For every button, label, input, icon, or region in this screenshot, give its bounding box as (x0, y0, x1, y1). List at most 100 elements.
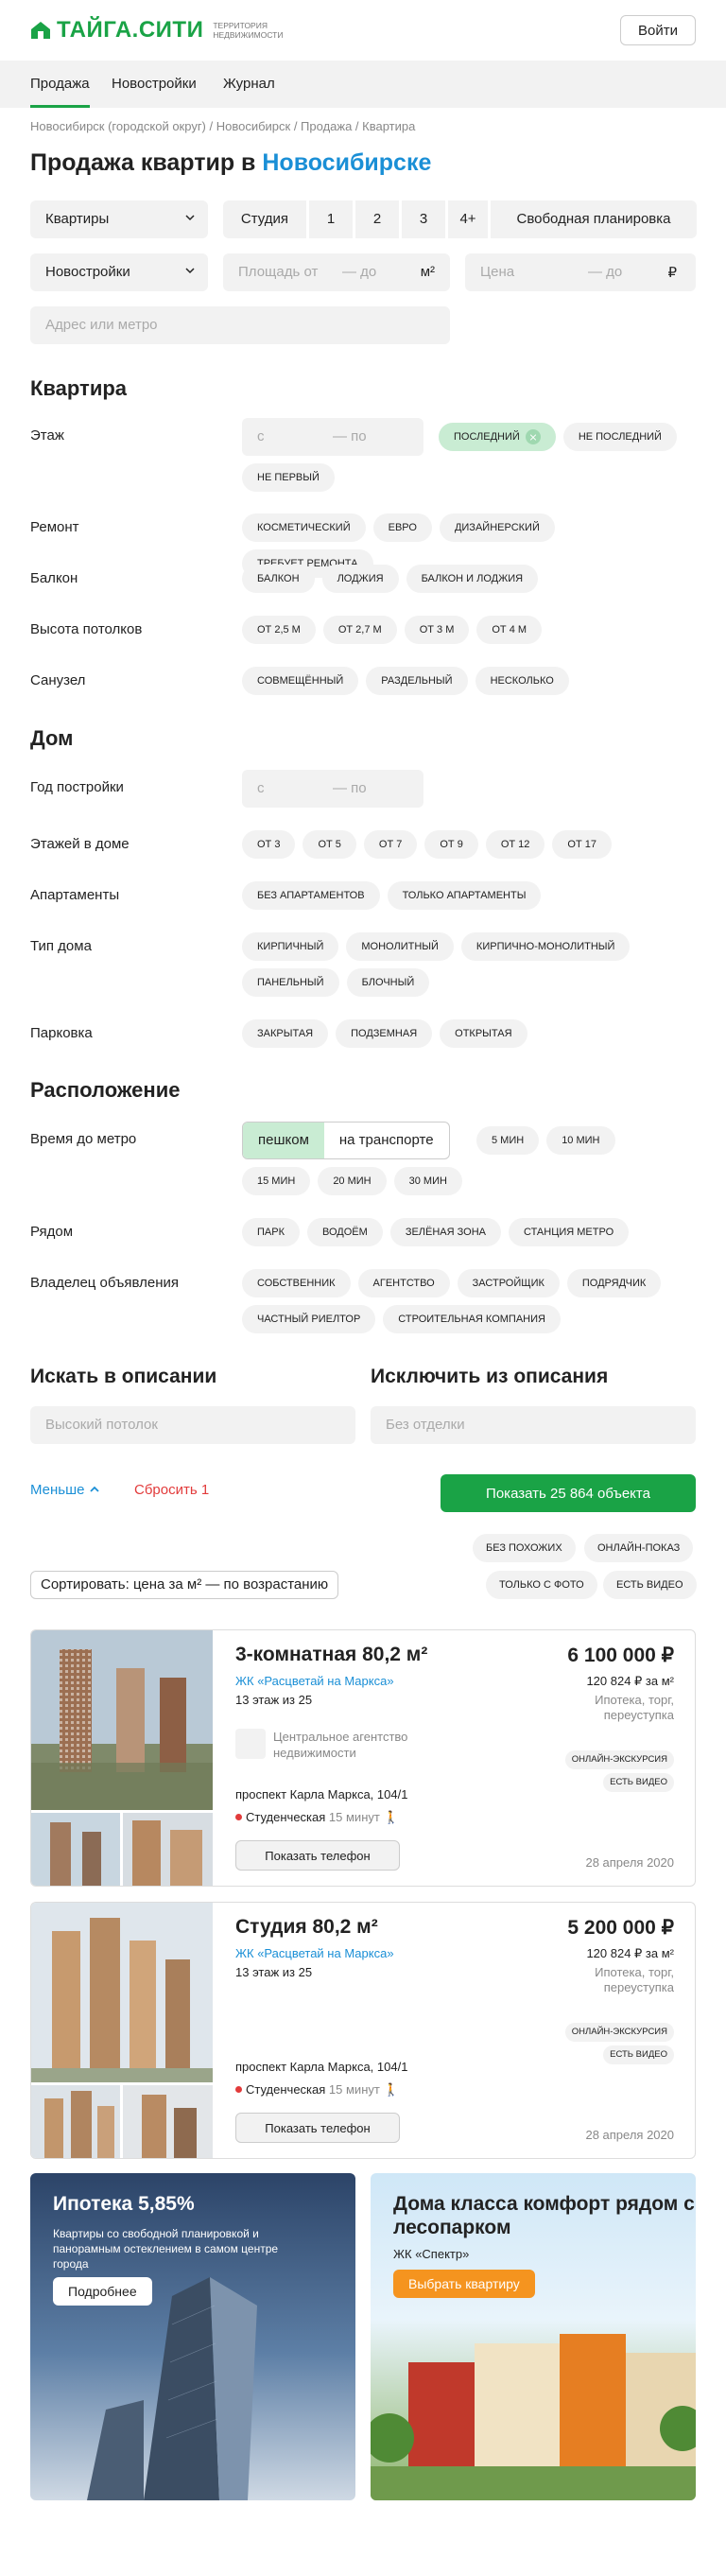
chip-floors-7[interactable]: от 7 (363, 830, 418, 859)
listing-title[interactable]: Студия 80,2 м² (235, 1916, 378, 1939)
chip-ceiling-3[interactable]: от 3 м (404, 616, 470, 644)
sort-select[interactable]: Сортировать: цена за м² — по возрастанию (30, 1571, 339, 1599)
nav-item-sale[interactable]: Продажа (30, 61, 90, 108)
chip-floors-17[interactable]: от 17 (552, 830, 612, 859)
chip-ceiling-2-7[interactable]: от 2,7 м (322, 616, 397, 644)
chip-metro-20[interactable]: 20 мин (318, 1167, 387, 1195)
breadcrumb[interactable]: Новосибирск (городской округ) / Новосиби… (30, 119, 415, 133)
year-range[interactable]: с — по (242, 770, 424, 808)
chip-metro-10[interactable]: 10 мин (546, 1126, 615, 1155)
chip-construction-company[interactable]: строительная компания (383, 1305, 561, 1333)
listing-complex-link[interactable]: ЖК «Расцветай на Маркса» (235, 1674, 394, 1688)
chip-contractor[interactable]: подрядчик (566, 1269, 662, 1297)
chip-agency[interactable]: агентство (357, 1269, 450, 1297)
chip-online-show[interactable]: онлайн-показ (584, 1534, 694, 1562)
chip-private-realtor[interactable]: частный риелтор (242, 1305, 376, 1333)
show-results-button[interactable]: Показать 25 864 объекта (441, 1474, 696, 1512)
include-input[interactable]: Высокий потолок (30, 1406, 355, 1444)
listing-thumb-photo[interactable] (123, 1813, 213, 1887)
chip-ceiling-4[interactable]: от 4 м (476, 616, 543, 644)
chip-metro-5[interactable]: 5 мин (476, 1126, 540, 1155)
listing-thumb-photo[interactable] (31, 2085, 120, 2159)
area-range-field[interactable]: Площадь от — до м² (223, 253, 450, 291)
chip-balcony[interactable]: балкон (242, 565, 315, 593)
show-phone-button[interactable]: Показать телефон (235, 1840, 400, 1871)
chip-has-video[interactable]: есть видео (603, 1571, 697, 1599)
rooms-1[interactable]: 1 (309, 200, 353, 238)
listing-main-photo[interactable] (31, 1903, 213, 2082)
listing-agency[interactable]: Центральное агентство недвижимости (235, 1729, 424, 1763)
chip-metro-30[interactable]: 30 мин (393, 1167, 462, 1195)
logo[interactable]: ТАЙГА.СИТИ ТЕРРИТОРИЯ НЕДВИЖИМОСТИ (30, 17, 298, 44)
rooms-2[interactable]: 2 (355, 200, 399, 238)
chip-balcony-and-loggia[interactable]: балкон и лоджия (406, 565, 539, 593)
chip-bath-combined[interactable]: совмещённый (242, 667, 359, 695)
chip-brick[interactable]: кирпичный (242, 932, 339, 961)
chip-ceiling-2-5[interactable]: от 2,5 м (242, 616, 316, 644)
listing-main-photo[interactable] (31, 1630, 213, 1810)
listing-card[interactable]: Студия 80,2 м² ЖК «Расцветай на Маркса» … (30, 1902, 696, 2159)
address-input[interactable]: Адрес или метро (30, 306, 450, 344)
chip-block[interactable]: блочный (346, 968, 430, 997)
chip-monolith[interactable]: монолитный (346, 932, 454, 961)
toggle-transport[interactable]: на транспорте (324, 1123, 449, 1158)
spectr-banner[interactable]: Дома класса комфорт рядом с лесопарком Ж… (371, 2173, 696, 2500)
chip-parking-open[interactable]: открытая (440, 1019, 527, 1048)
chip-park[interactable]: парк (242, 1218, 300, 1246)
rooms-3[interactable]: 3 (402, 200, 445, 238)
mortgage-banner[interactable]: Ипотека 5,85% Квартиры со свободной план… (30, 2173, 355, 2500)
nav-item-journal[interactable]: Журнал (223, 61, 275, 108)
chip-floor-not-first[interactable]: не первый (242, 463, 335, 492)
show-phone-button[interactable]: Показать телефон (235, 2113, 400, 2143)
chip-panel[interactable]: панельный (242, 968, 339, 997)
chip-green-zone[interactable]: зелёная зона (389, 1218, 501, 1246)
house-logo-icon (31, 22, 50, 39)
banner-choose-button[interactable]: Выбрать квартиру (393, 2270, 535, 2298)
chip-no-similar[interactable]: без похожих (473, 1534, 576, 1562)
price-range-field[interactable]: Цена — до ₽ (465, 253, 696, 291)
listing-card[interactable]: 3-комнатная 80,2 м² ЖК «Расцветай на Мар… (30, 1629, 696, 1887)
rooms-free-plan[interactable]: Свободная планировка (491, 200, 697, 238)
chip-loggia[interactable]: лоджия (321, 565, 399, 593)
listing-title[interactable]: 3-комнатная 80,2 м² (235, 1644, 427, 1666)
chip-metro-15[interactable]: 15 мин (242, 1167, 311, 1195)
chip-developer[interactable]: застройщик (457, 1269, 560, 1297)
login-button[interactable]: Войти (620, 15, 696, 45)
chip-water[interactable]: водоём (307, 1218, 383, 1246)
chip-brick-monolith[interactable]: кирпично-монолитный (460, 932, 631, 961)
chip-repair-designer[interactable]: дизайнерский (439, 513, 555, 542)
banner-more-button[interactable]: Подробнее (53, 2277, 152, 2306)
listing-complex-link[interactable]: ЖК «Расцветай на Маркса» (235, 1946, 394, 1960)
chip-only-apartments[interactable]: только апартаменты (387, 881, 542, 910)
chip-floors-9[interactable]: от 9 (424, 830, 478, 859)
close-icon[interactable] (525, 429, 541, 444)
chip-metro-station[interactable]: станция метро (509, 1218, 630, 1246)
exclude-input[interactable]: Без отделки (371, 1406, 696, 1444)
rooms-studio[interactable]: Студия (223, 200, 306, 238)
chip-repair-euro[interactable]: евро (372, 513, 432, 542)
chip-repair-cosmetic[interactable]: косметический (242, 513, 366, 542)
chip-floors-12[interactable]: от 12 (485, 830, 545, 859)
rooms-4plus[interactable]: 4+ (448, 200, 488, 238)
less-toggle[interactable]: Меньше (30, 1482, 100, 1498)
listing-thumb-photo[interactable] (31, 1813, 120, 1887)
chip-floors-3[interactable]: от 3 (242, 830, 296, 859)
chip-floor-last[interactable]: последний (439, 423, 556, 451)
chip-owner[interactable]: собственник (242, 1269, 351, 1297)
chip-parking-underground[interactable]: подземная (336, 1019, 433, 1048)
chip-bath-several[interactable]: несколько (475, 667, 569, 695)
chip-floor-not-last[interactable]: не последний (562, 423, 677, 451)
reset-button[interactable]: Сбросить 1 (134, 1482, 209, 1498)
chip-floors-5[interactable]: от 5 (302, 830, 356, 859)
listing-thumb-photo[interactable] (123, 2085, 213, 2159)
chip-no-apartments[interactable]: без апартаментов (242, 881, 380, 910)
chip-only-photo[interactable]: только с фото (486, 1571, 597, 1599)
page-title-city[interactable]: Новосибирске (262, 149, 431, 176)
floor-range[interactable]: с — по (242, 418, 424, 456)
toggle-walk[interactable]: пешком (243, 1123, 324, 1158)
chip-parking-closed[interactable]: закрытая (242, 1019, 329, 1048)
nav-item-new-buildings[interactable]: Новостройки (112, 61, 197, 108)
chip-bath-separate[interactable]: раздельный (366, 667, 468, 695)
property-type-select[interactable]: Квартиры (30, 200, 208, 238)
market-select[interactable]: Новостройки (30, 253, 208, 291)
